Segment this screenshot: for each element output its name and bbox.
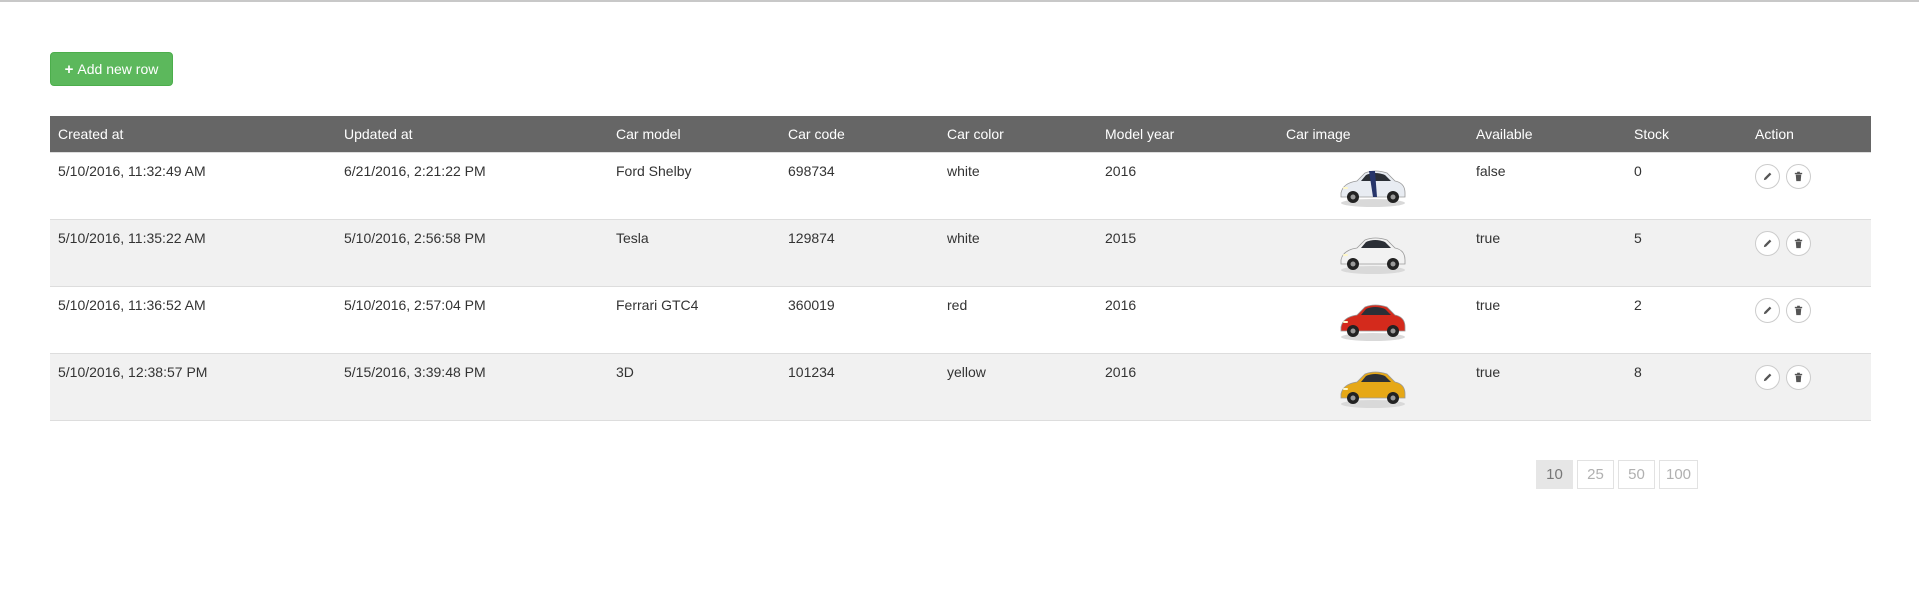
tesla-white-car-image	[1340, 237, 1406, 274]
cell-model-year: 2015	[1097, 218, 1278, 286]
ford-shelby-white-car-image	[1340, 170, 1406, 207]
cell-stock: 2	[1626, 285, 1747, 353]
cell-updated-at: 5/10/2016, 2:57:04 PM	[336, 285, 608, 353]
page-size-50[interactable]: 50	[1618, 460, 1655, 489]
cell-created-at: 5/10/2016, 12:38:57 PM	[50, 352, 336, 421]
header-created-at[interactable]: Created at	[50, 116, 336, 152]
header-car-color[interactable]: Car color	[939, 116, 1097, 152]
header-car-model[interactable]: Car model	[608, 116, 780, 152]
cell-action	[1747, 151, 1871, 219]
cell-car-model: 3D	[608, 352, 780, 421]
cell-available: true	[1468, 352, 1626, 421]
cell-model-year: 2016	[1097, 285, 1278, 353]
header-stock[interactable]: Stock	[1626, 116, 1747, 152]
pencil-icon	[1763, 172, 1772, 180]
table-row: 5/10/2016, 12:38:57 PM 5/15/2016, 3:39:4…	[50, 352, 1871, 421]
cell-stock: 0	[1626, 151, 1747, 219]
cell-car-image	[1278, 352, 1468, 421]
add-new-row-label: Add new row	[77, 61, 159, 77]
page-size-100[interactable]: 100	[1659, 460, 1699, 489]
delete-row-button[interactable]	[1786, 297, 1811, 323]
pencil-icon	[1763, 239, 1772, 247]
cell-action	[1747, 218, 1871, 286]
cell-car-model: Ford Shelby	[608, 151, 780, 219]
cell-car-code: 360019	[780, 285, 939, 353]
edit-row-button[interactable]	[1755, 364, 1780, 390]
delete-row-button[interactable]	[1786, 364, 1811, 390]
yellow-sports-car-image	[1340, 371, 1406, 408]
header-available[interactable]: Available	[1468, 116, 1626, 152]
trash-icon	[1794, 305, 1803, 315]
header-action: Action	[1747, 116, 1871, 152]
table-header-row: Created at Updated at Car model Car code…	[50, 116, 1871, 152]
header-car-image[interactable]: Car image	[1278, 116, 1468, 152]
delete-row-button[interactable]	[1786, 163, 1811, 189]
table-row: 5/10/2016, 11:36:52 AM 5/10/2016, 2:57:0…	[50, 285, 1871, 353]
cell-car-image	[1278, 151, 1468, 219]
cell-car-model: Ferrari GTC4	[608, 285, 780, 353]
cell-model-year: 2016	[1097, 151, 1278, 219]
header-model-year[interactable]: Model year	[1097, 116, 1278, 152]
header-car-code[interactable]: Car code	[780, 116, 939, 152]
cell-updated-at: 6/21/2016, 2:21:22 PM	[336, 151, 608, 219]
add-new-row-button[interactable]: + Add new row	[50, 52, 173, 86]
cell-action	[1747, 352, 1871, 421]
cell-available: false	[1468, 151, 1626, 219]
cell-car-model: Tesla	[608, 218, 780, 286]
edit-row-button[interactable]	[1755, 230, 1780, 256]
cell-created-at: 5/10/2016, 11:32:49 AM	[50, 151, 336, 219]
header-updated-at[interactable]: Updated at	[336, 116, 608, 152]
trash-icon	[1794, 171, 1803, 181]
cell-created-at: 5/10/2016, 11:36:52 AM	[50, 285, 336, 353]
pencil-icon	[1763, 306, 1772, 314]
cars-table: Created at Updated at Car model Car code…	[50, 116, 1871, 421]
cell-car-color: white	[939, 151, 1097, 219]
cell-car-color: red	[939, 285, 1097, 353]
pencil-icon	[1763, 373, 1772, 381]
plus-icon: +	[64, 60, 74, 78]
page-size-10[interactable]: 10	[1536, 460, 1573, 489]
edit-row-button[interactable]	[1755, 297, 1780, 323]
cell-updated-at: 5/15/2016, 3:39:48 PM	[336, 352, 608, 421]
table-row: 5/10/2016, 11:35:22 AM 5/10/2016, 2:56:5…	[50, 218, 1871, 286]
cell-updated-at: 5/10/2016, 2:56:58 PM	[336, 218, 608, 286]
top-divider	[0, 0, 1919, 2]
cell-stock: 5	[1626, 218, 1747, 286]
cell-car-code: 129874	[780, 218, 939, 286]
cell-available: true	[1468, 285, 1626, 353]
cell-car-image	[1278, 218, 1468, 286]
delete-row-button[interactable]	[1786, 230, 1811, 256]
page-size-25[interactable]: 25	[1577, 460, 1614, 489]
trash-icon	[1794, 238, 1803, 248]
cell-created-at: 5/10/2016, 11:35:22 AM	[50, 218, 336, 286]
edit-row-button[interactable]	[1755, 163, 1780, 189]
page-size-selector: 10 25 50 100	[1536, 460, 1699, 489]
cell-car-code: 101234	[780, 352, 939, 421]
cell-car-color: white	[939, 218, 1097, 286]
ferrari-red-car-image	[1340, 304, 1406, 341]
cell-available: true	[1468, 218, 1626, 286]
cell-car-image	[1278, 285, 1468, 353]
cell-car-color: yellow	[939, 352, 1097, 421]
cell-model-year: 2016	[1097, 352, 1278, 421]
trash-icon	[1794, 372, 1803, 382]
cell-car-code: 698734	[780, 151, 939, 219]
cell-stock: 8	[1626, 352, 1747, 421]
cell-action	[1747, 285, 1871, 353]
table-row: 5/10/2016, 11:32:49 AM 6/21/2016, 2:21:2…	[50, 151, 1871, 219]
